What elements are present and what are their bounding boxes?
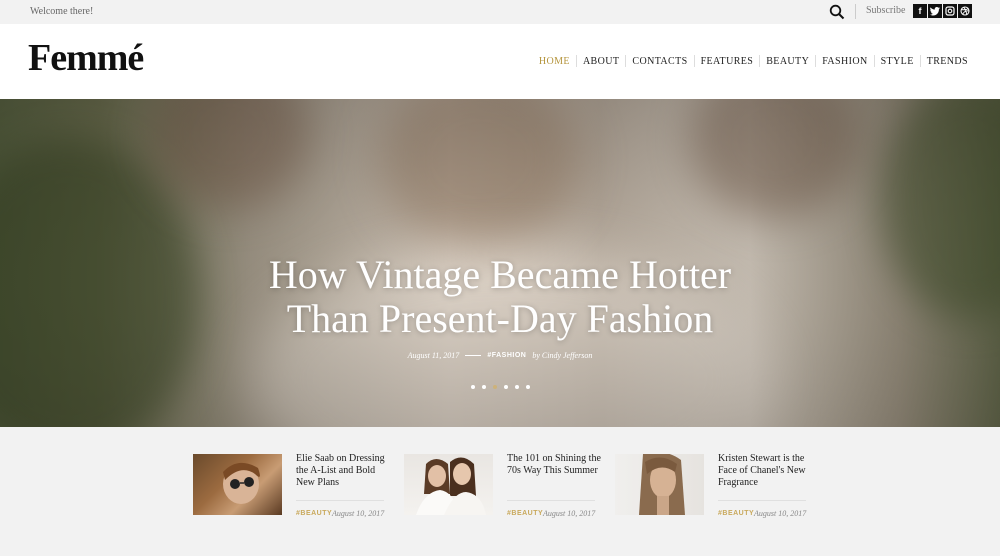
site-logo[interactable]: Femmé [28, 36, 144, 80]
slider-dot-active[interactable] [492, 385, 497, 389]
post-thumbnail[interactable] [404, 454, 493, 515]
post-thumbnail[interactable] [615, 454, 704, 515]
hero-title[interactable]: How Vintage Became Hotter Than Present-D… [0, 253, 1000, 341]
twitter-icon[interactable] [928, 4, 942, 18]
post-divider [296, 500, 384, 501]
post-title[interactable]: The 101 on Shining the 70s Way This Summ… [507, 453, 607, 477]
post-date: August 10, 2017 [332, 509, 385, 518]
dribbble-icon[interactable] [958, 4, 972, 18]
site-header: Femmé HOME ABOUT CONTACTS FEATURES BEAUT… [0, 24, 1000, 99]
nav-item-about[interactable]: ABOUT [577, 56, 625, 67]
post-title[interactable]: Elie Saab on Dressing the A-List and Bol… [296, 453, 396, 489]
post-card[interactable]: Kristen Stewart is the Face of Chanel's … [615, 453, 810, 524]
nav-item-trends[interactable]: TRENDS [921, 56, 974, 67]
main-nav: HOME ABOUT CONTACTS FEATURES BEAUTY FASH… [533, 55, 974, 67]
hero-title-line: Than Present-Day Fashion [286, 296, 714, 341]
nav-item-home[interactable]: HOME [533, 56, 576, 67]
hero-title-line: How Vintage Became Hotter [268, 252, 732, 297]
post-divider [718, 500, 806, 501]
hero-category-tag[interactable]: #FASHION [487, 352, 526, 359]
post-thumbnail[interactable] [193, 454, 282, 515]
welcome-text: Welcome there! [30, 6, 94, 17]
slider-dot[interactable] [525, 385, 530, 389]
post-category-tag[interactable]: #BEAUTY [296, 510, 332, 517]
slider-dot[interactable] [503, 385, 508, 389]
post-title[interactable]: Kristen Stewart is the Face of Chanel's … [718, 453, 818, 489]
slider-dot[interactable] [481, 385, 486, 389]
post-divider [507, 500, 595, 501]
meta-divider [465, 355, 482, 356]
post-card[interactable]: Elie Saab on Dressing the A-List and Bol… [193, 453, 388, 524]
subscribe-link[interactable]: Subscribe [866, 5, 905, 16]
topbar-divider [855, 4, 856, 19]
nav-item-style[interactable]: STYLE [875, 56, 920, 67]
slider-dots [0, 385, 1000, 389]
hero-author[interactable]: by Cindy Jefferson [532, 351, 592, 360]
nav-item-beauty[interactable]: BEAUTY [760, 56, 815, 67]
nav-item-fashion[interactable]: FASHION [816, 56, 873, 67]
post-date: August 10, 2017 [754, 509, 807, 518]
post-card[interactable]: The 101 on Shining the 70s Way This Summ… [404, 453, 601, 524]
post-date: August 10, 2017 [543, 509, 596, 518]
featured-posts: Elie Saab on Dressing the A-List and Bol… [0, 427, 1000, 556]
nav-item-features[interactable]: FEATURES [695, 56, 760, 67]
nav-item-contacts[interactable]: CONTACTS [626, 56, 693, 67]
post-category-tag[interactable]: #BEAUTY [718, 510, 754, 517]
hero-date: August 11, 2017 [407, 351, 460, 360]
top-utility-bar: Welcome there! Subscribe f [0, 0, 1000, 24]
search-icon[interactable] [829, 4, 845, 20]
slider-dot[interactable] [514, 385, 519, 389]
hero-slider[interactable]: How Vintage Became Hotter Than Present-D… [0, 99, 1000, 427]
facebook-icon[interactable]: f [913, 4, 927, 18]
hero-meta: August 11, 2017 #FASHION by Cindy Jeffer… [0, 351, 1000, 360]
instagram-icon[interactable] [943, 4, 957, 18]
post-category-tag[interactable]: #BEAUTY [507, 510, 543, 517]
slider-dot[interactable] [470, 385, 475, 389]
